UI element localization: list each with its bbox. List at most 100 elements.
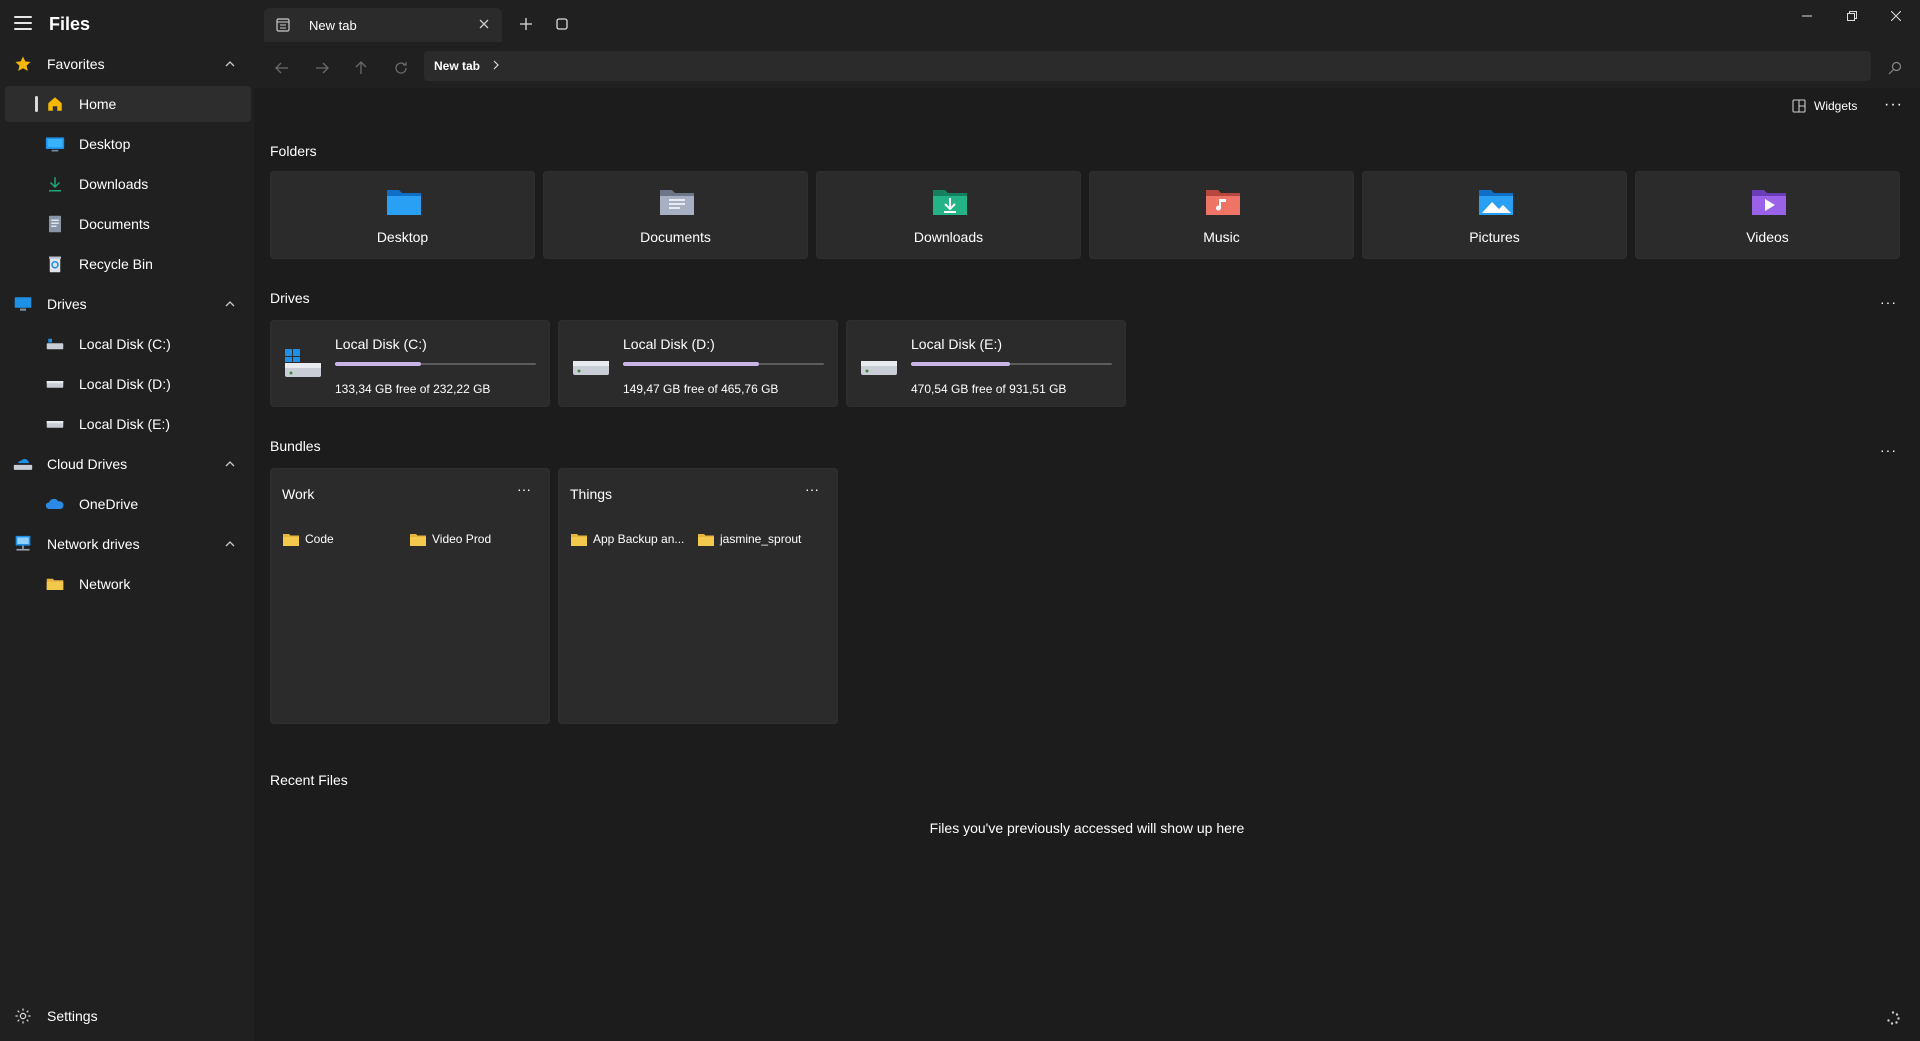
- sidebar-section-label: Network drives: [47, 536, 140, 552]
- close-window-button[interactable]: [1882, 6, 1910, 26]
- navigation-bar: New tab: [254, 48, 1920, 88]
- drive-card-d[interactable]: Local Disk (D:) 149,47 GB free of 465,76…: [558, 320, 838, 407]
- bundle-item[interactable]: jasmine_sprout: [698, 531, 801, 547]
- folder-label: Desktop: [376, 229, 429, 245]
- chevron-right-icon[interactable]: [492, 60, 500, 70]
- downloads-folder-icon: [933, 190, 967, 215]
- folder-icon: [571, 533, 587, 546]
- bundle-item[interactable]: Code: [283, 531, 334, 547]
- breadcrumb-item[interactable]: New tab: [434, 59, 480, 73]
- drive-icon: [45, 414, 65, 434]
- address-bar[interactable]: New tab: [424, 51, 1871, 81]
- folder-card-music[interactable]: Music: [1089, 171, 1354, 259]
- section-title-drives: Drives: [270, 290, 310, 306]
- close-tab-icon[interactable]: [478, 18, 490, 30]
- sidebar-item-desktop[interactable]: Desktop: [5, 126, 251, 162]
- chevron-up-icon[interactable]: [225, 59, 235, 69]
- drive-name: Local Disk (C:): [335, 336, 427, 352]
- widgets-button[interactable]: Widgets: [1792, 96, 1857, 116]
- folder-card-downloads[interactable]: Downloads: [816, 171, 1081, 259]
- sidebar-section-favorites[interactable]: Favorites: [5, 46, 251, 82]
- chevron-up-icon[interactable]: [225, 539, 235, 549]
- computer-icon: [13, 294, 33, 314]
- back-button[interactable]: [271, 57, 293, 79]
- documents-folder-icon: [660, 190, 694, 215]
- sidebar-item-recycle-bin[interactable]: Recycle Bin: [5, 246, 251, 282]
- bundle-name: Things: [570, 486, 613, 502]
- forward-button[interactable]: [311, 57, 333, 79]
- home-icon: [45, 94, 65, 114]
- bundle-card-work: Work ··· Code Video Prod: [270, 468, 550, 724]
- restore-button[interactable]: [1838, 6, 1866, 26]
- desktop-folder-icon: [387, 190, 421, 215]
- refresh-button[interactable]: [390, 57, 412, 79]
- more-options-icon[interactable]: ···: [1884, 96, 1903, 114]
- tab-actions-button[interactable]: [552, 14, 572, 34]
- sidebar-item-label: Home: [79, 96, 117, 112]
- bundle-name: Work: [282, 486, 315, 502]
- sidebar-header: Files: [0, 0, 254, 50]
- drive-icon: [573, 361, 609, 375]
- sidebar-section-cloud-drives[interactable]: Cloud Drives: [5, 446, 251, 482]
- folder-card-desktop[interactable]: Desktop: [270, 171, 535, 259]
- chevron-up-icon[interactable]: [225, 299, 235, 309]
- sidebar-section-drives[interactable]: Drives: [5, 286, 251, 322]
- search-icon: [1888, 61, 1902, 75]
- folder-label: Music: [1203, 229, 1240, 245]
- sidebar-item-label: Local Disk (E:): [79, 416, 171, 432]
- bundle-item-label: jasmine_sprout: [720, 532, 802, 546]
- sidebar-item-local-disk-e[interactable]: Local Disk (E:): [5, 406, 251, 442]
- widgets-icon: [1792, 99, 1806, 113]
- folder-label: Pictures: [1469, 229, 1520, 245]
- gear-icon: [13, 1006, 33, 1026]
- folder-icon: [698, 533, 714, 546]
- sidebar-item-documents[interactable]: Documents: [5, 206, 251, 242]
- minimize-button[interactable]: [1793, 6, 1821, 26]
- drive-usage-fill: [623, 362, 760, 366]
- folder-label: Videos: [1746, 229, 1789, 245]
- plus-icon: [520, 18, 532, 30]
- sidebar-item-label: OneDrive: [79, 496, 139, 512]
- bundle-item-label: App Backup an...: [593, 532, 685, 546]
- folder-icon: [283, 533, 299, 546]
- downloads-icon: [45, 174, 65, 194]
- hamburger-menu-icon[interactable]: [14, 16, 32, 30]
- new-tab-button[interactable]: [516, 14, 536, 34]
- section-title-folders: Folders: [270, 143, 317, 159]
- bundle-item-label: Video Prod: [432, 532, 492, 546]
- drive-card-e[interactable]: Local Disk (E:) 470,54 GB free of 931,51…: [846, 320, 1126, 407]
- sidebar-item-label: Local Disk (D:): [79, 376, 171, 392]
- drives-more-icon[interactable]: ···: [1880, 294, 1897, 310]
- section-title-bundles: Bundles: [270, 438, 321, 454]
- bundle-more-icon[interactable]: ···: [517, 481, 531, 497]
- folder-card-videos[interactable]: Videos: [1635, 171, 1900, 259]
- sidebar-item-label: Downloads: [79, 176, 149, 192]
- tab-label: New tab: [309, 18, 357, 33]
- drive-card-c[interactable]: Local Disk (C:) 133,34 GB free of 232,22…: [270, 320, 550, 407]
- arrow-right-icon: [316, 62, 329, 74]
- sidebar-item-local-disk-d[interactable]: Local Disk (D:): [5, 366, 251, 402]
- minimize-icon: [1802, 15, 1812, 17]
- bundle-item[interactable]: App Backup an...: [571, 531, 684, 547]
- drive-c-icon: [285, 349, 321, 377]
- search-button[interactable]: [1884, 57, 1906, 79]
- sidebar-section-network-drives[interactable]: Network drives: [5, 526, 251, 562]
- folder-card-documents[interactable]: Documents: [543, 171, 808, 259]
- sidebar-item-downloads[interactable]: Downloads: [5, 166, 251, 202]
- folder-card-pictures[interactable]: Pictures: [1362, 171, 1627, 259]
- bundle-more-icon[interactable]: ···: [805, 481, 819, 497]
- bundles-more-icon[interactable]: ···: [1880, 442, 1897, 458]
- sidebar-item-local-disk-c[interactable]: Local Disk (C:): [5, 326, 251, 362]
- chevron-up-icon[interactable]: [225, 459, 235, 469]
- settings-button[interactable]: Settings: [5, 998, 251, 1034]
- cloud-drive-icon: [13, 454, 33, 474]
- bundle-item[interactable]: Video Prod: [410, 531, 491, 547]
- sidebar-item-label: Documents: [79, 216, 150, 232]
- tab-new-tab[interactable]: New tab: [264, 8, 502, 42]
- sidebar-item-label: Local Disk (C:): [79, 336, 171, 352]
- up-button[interactable]: [350, 57, 372, 79]
- sidebar-item-network[interactable]: Network: [5, 566, 251, 602]
- sidebar-item-home[interactable]: Home: [5, 86, 251, 122]
- drive-name: Local Disk (E:): [911, 336, 1003, 352]
- sidebar-item-onedrive[interactable]: OneDrive: [5, 486, 251, 522]
